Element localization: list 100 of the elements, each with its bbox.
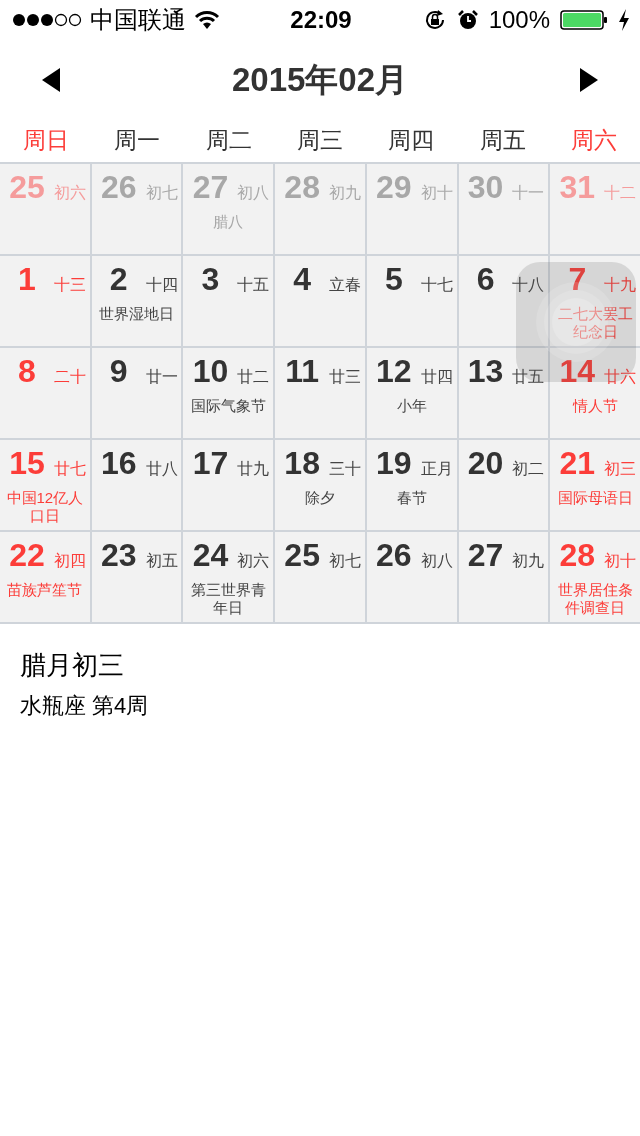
day-cell[interactable]: 27 初九 <box>458 532 549 622</box>
day-number: 21 <box>558 444 597 482</box>
festival-label: 中国12亿人口日 <box>5 489 85 525</box>
alarm-icon <box>456 9 479 31</box>
festival-label: 国际母语日 <box>556 489 634 507</box>
day-number: 17 <box>191 444 230 482</box>
day-number: 19 <box>375 444 413 482</box>
festival-label: 情人节 <box>571 397 619 415</box>
festival-label: 第三世界青年日 <box>189 581 267 617</box>
day-number: 15 <box>8 444 46 482</box>
lunar-day: 初九 <box>510 542 549 580</box>
day-number: 27 <box>191 168 230 206</box>
lunar-day: 十三 <box>52 266 90 304</box>
day-cell[interactable]: 9 廿一 <box>91 348 182 438</box>
day-cell[interactable]: 10 廿二 国际气象节 <box>183 348 274 438</box>
lunar-day: 廿二 <box>235 358 274 396</box>
day-number: 5 <box>383 260 404 298</box>
day-number: 25 <box>283 536 321 574</box>
clock-time: 22:09 <box>290 6 352 34</box>
festival-label: 苗族芦笙节 <box>6 581 84 599</box>
day-cell[interactable]: 4 立春 <box>275 256 365 346</box>
day-cell[interactable]: 17 廿九 <box>183 440 274 530</box>
lunar-day: 十八 <box>510 266 549 304</box>
charging-icon <box>618 9 630 31</box>
lunar-day: 廿三 <box>327 358 365 396</box>
festival-label: 国际气象节 <box>189 397 267 415</box>
lunar-day: 十二 <box>602 174 640 212</box>
day-cell[interactable]: 5 十七 <box>366 256 457 346</box>
festival-label: 小年 <box>395 397 428 415</box>
month-title: 2015年02月 <box>231 59 409 100</box>
lunar-day: 初八 <box>418 542 457 580</box>
festival-label: 春节 <box>395 489 428 507</box>
day-number: 18 <box>283 444 321 482</box>
lunar-day: 初三 <box>602 450 640 488</box>
weekday-label: 周二 <box>204 125 253 155</box>
day-cell[interactable]: 20 初二 <box>458 440 549 530</box>
weekday-label: 周四 <box>387 125 436 155</box>
lunar-day: 廿四 <box>418 358 457 396</box>
day-cell[interactable]: 6 十八 <box>458 256 549 346</box>
day-cell[interactable]: 13 廿五 <box>458 348 549 438</box>
lunar-day: 廿五 <box>510 358 549 396</box>
day-number: 25 <box>8 168 46 206</box>
day-number: 9 <box>108 352 129 390</box>
lunar-day: 初十 <box>602 542 640 580</box>
day-number: 29 <box>375 168 413 206</box>
day-number: 11 <box>284 352 321 390</box>
day-cell[interactable]: 11 廿三 <box>275 348 365 438</box>
day-cell[interactable]: 25 初七 <box>275 532 365 622</box>
signal-icon <box>12 12 82 28</box>
lunar-day: 廿七 <box>52 450 90 488</box>
lunar-day: 初六 <box>235 542 274 580</box>
day-cell[interactable]: 12 廿四 小年 <box>366 348 457 438</box>
day-number: 23 <box>99 536 138 574</box>
day-cell[interactable]: 19 正月 春节 <box>366 440 457 530</box>
day-number: 26 <box>99 168 138 206</box>
day-cell[interactable]: 2 十四 世界湿地日 <box>91 256 182 346</box>
day-number: 10 <box>191 352 230 390</box>
weekday-label: 周日 <box>21 125 70 155</box>
day-number: 12 <box>375 352 413 390</box>
day-number: 30 <box>466 168 505 206</box>
festival-label: 世界湿地日 <box>98 305 176 323</box>
day-number: 16 <box>99 444 138 482</box>
day-number: 13 <box>466 352 505 390</box>
day-cell[interactable]: 3 十五 <box>183 256 274 346</box>
lunar-day: 廿九 <box>235 450 274 488</box>
lunar-day: 立春 <box>327 266 365 304</box>
wifi-icon <box>194 10 220 30</box>
day-number: 8 <box>17 352 37 390</box>
weekday-label: 周五 <box>478 125 527 155</box>
lunar-day: 廿六 <box>602 358 640 396</box>
festival-label: 除夕 <box>304 489 336 507</box>
day-cell[interactable]: 18 三十 除夕 <box>275 440 365 530</box>
lunar-day: 十一 <box>510 174 549 212</box>
lunar-day: 二十 <box>52 358 90 396</box>
day-number: 28 <box>558 536 597 574</box>
zodiac-week: 水瓶座 第4周 <box>20 692 150 720</box>
day-number: 7 <box>567 260 588 298</box>
day-number: 3 <box>200 260 221 298</box>
day-number: 4 <box>292 260 313 298</box>
lunar-day: 廿一 <box>143 358 182 396</box>
day-cell[interactable]: 23 初五 <box>91 532 182 622</box>
day-number: 1 <box>17 260 37 298</box>
lunar-day: 初九 <box>327 174 365 212</box>
battery-icon <box>560 10 608 30</box>
lunar-day: 初六 <box>52 174 90 212</box>
lunar-day: 初七 <box>143 174 182 212</box>
day-cell[interactable]: 26 初八 <box>366 532 457 622</box>
day-cell[interactable]: 24 初六 第三世界青年日 <box>183 532 274 622</box>
day-cell[interactable]: 16 廿八 <box>91 440 182 530</box>
lunar-date: 腊月初三 <box>20 649 125 682</box>
lunar-day: 十五 <box>235 266 274 304</box>
weekday-label: 周一 <box>113 125 162 155</box>
day-number: 2 <box>108 260 129 298</box>
lunar-day: 十七 <box>418 266 457 304</box>
festival-label: 二七大罢工纪念日 <box>556 305 634 341</box>
day-number: 22 <box>8 536 46 574</box>
lunar-day: 三十 <box>327 450 365 488</box>
day-number: 6 <box>475 260 496 298</box>
lunar-day: 初七 <box>327 542 365 580</box>
lunar-day: 十九 <box>602 266 640 304</box>
